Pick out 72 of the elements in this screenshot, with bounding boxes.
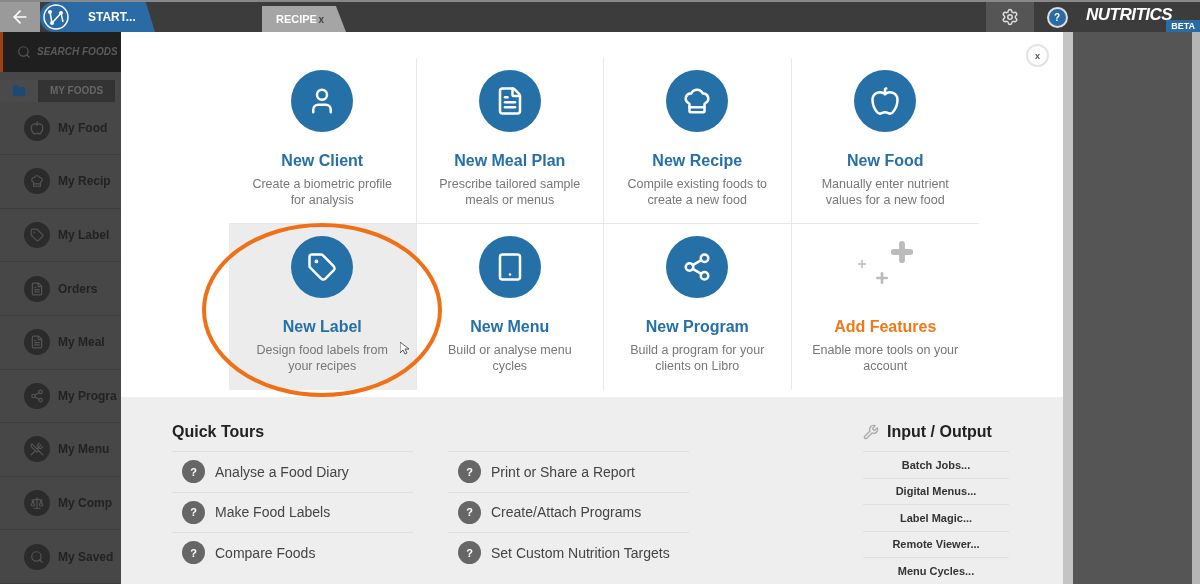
help-icon: ? [182,541,205,565]
io-link[interactable]: Label Magic... [863,504,1009,531]
chef-hat-icon [682,86,713,116]
section-heading: Input / Output [887,423,992,441]
document-icon [30,335,44,350]
beta-badge: BETA [1166,20,1200,32]
help-button[interactable]: ? [1046,6,1068,28]
tile-title: New Label [282,318,362,336]
chef-hat-icon [30,174,44,189]
tile-title: New Menu [470,318,550,336]
tile-title: New Program [645,318,749,336]
scale-icon [30,496,44,511]
help-icon: ? [458,541,481,565]
settings-button[interactable] [986,2,1034,32]
network-logo-icon [42,3,70,31]
tile-title: New Recipe [652,152,743,170]
scrollbar[interactable] [1192,32,1200,584]
tour-link[interactable]: ? Analyse a Food Diary [172,451,413,492]
wrench-icon [863,424,879,440]
tile-title: Add Features [834,318,937,336]
help-icon: ? [182,500,205,524]
search-icon [30,549,44,564]
help-icon: ? [458,500,481,524]
action-tile[interactable]: New Label Design food labels from your recipes [229,224,417,390]
help-icon: ? [182,460,205,484]
scrollbar[interactable] [1063,32,1073,584]
document-icon [30,281,44,296]
tile-description: Enable more tools on your account [811,342,960,374]
action-tile[interactable]: Add Features Enable more tools on your account [791,224,979,390]
tile-description: Prescribe tailored sample meals or menus [438,176,582,208]
tab-close-button[interactable]: x [318,13,324,25]
action-tile[interactable]: New Program Build a program for your clients on Libro [604,224,792,390]
cursor-icon [400,342,409,355]
io-link[interactable]: Digital Menus... [863,477,1009,504]
close-button[interactable]: x [1026,44,1049,67]
tile-description: Build or analyse menu cycles [446,342,573,374]
tile-description: Design food labels from your recipes [255,342,389,374]
search-field[interactable]: SEARCH FOODS [37,46,117,58]
apple-icon [870,86,901,116]
tile-title: New Client [281,152,364,170]
tile-description: Create a biometric profile for analysis [251,176,394,208]
search-icon [17,44,31,59]
tile-title: New Meal Plan [454,152,566,170]
action-tile[interactable]: New Client Create a biometric profile for analysis [229,58,417,224]
tour-link[interactable]: ? Set Custom Nutrition Targets [448,532,689,573]
settings-icon [1001,8,1019,26]
section-heading: Quick Tours [172,423,266,441]
apple-icon [30,120,44,135]
tour-link[interactable]: ? Make Food Labels [172,491,413,532]
tile-description: Build a program for your clients on Libro [629,342,766,374]
tile-description: Manually enter nutrient values for a new food [820,176,950,208]
action-tile[interactable]: New Recipe Compile existing foods to create a new food [604,58,792,224]
tag-icon [30,228,44,243]
action-tile[interactable]: New Food Manually enter nutrient values for a new food [791,58,979,224]
action-tile[interactable]: New Menu Build or analyse menu cycles [416,224,604,390]
io-link[interactable]: Batch Jobs... [863,451,1009,478]
tag-icon [307,252,338,282]
back-button[interactable] [0,2,40,32]
help-icon: ? [458,460,481,484]
folder-icon [12,83,26,98]
tour-link[interactable]: ? Compare Foods [172,532,413,573]
tile-title: New Food [847,152,924,170]
utensils-icon [30,442,44,457]
recipe-tab[interactable]: RECIPEx [262,6,346,32]
io-link[interactable]: Remote Viewer... [863,530,1009,557]
io-link[interactable]: Menu Cycles... [863,557,1009,584]
action-tile[interactable]: New Meal Plan Prescribe tailored sample meals or menus [416,58,604,224]
network-icon [30,388,44,403]
tour-link[interactable]: ? Print or Share a Report [448,451,689,492]
tile-description: Compile existing foods to create a new food [626,176,769,208]
tour-link[interactable]: ? Create/Attach Programs [448,491,689,532]
start-tab[interactable]: START... [40,2,155,32]
